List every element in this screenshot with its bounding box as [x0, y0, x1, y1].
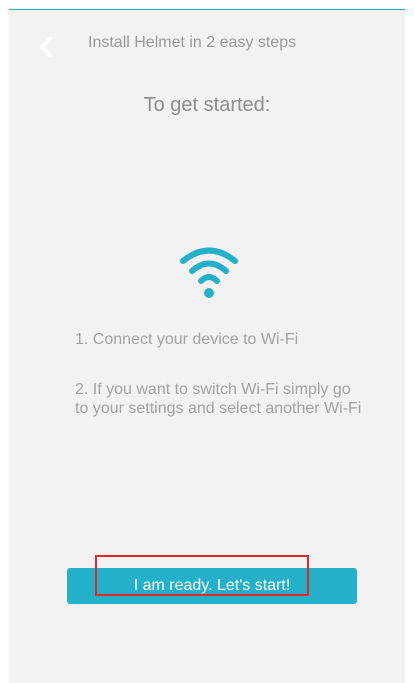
chevron-left-icon: [40, 37, 52, 57]
app-screen: Install Helmet in 2 easy steps To get st…: [9, 9, 405, 683]
header: Install Helmet in 2 easy steps: [9, 10, 405, 80]
start-button[interactable]: I am ready. Let's start!: [67, 568, 357, 604]
step-1-text: 1. Connect your device to Wi-Fi: [75, 331, 299, 348]
back-button[interactable]: [35, 35, 59, 59]
page-subtitle: To get started:: [143, 94, 271, 116]
wifi-icon: [180, 242, 238, 298]
header-title: Install Helmet in 2 easy steps: [88, 34, 297, 51]
step-2-text: 2. If you want to switch Wi-Fi simply go…: [75, 381, 362, 417]
